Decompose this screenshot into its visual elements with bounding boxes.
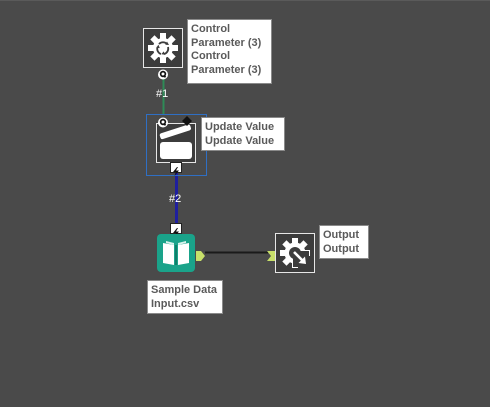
- update-value-tool[interactable]: [156, 123, 196, 163]
- output-label-line2: Output: [323, 242, 360, 255]
- control-parameter-label-line4: Parameter (3): [191, 63, 262, 76]
- input-data-output-anchor[interactable]: [196, 248, 205, 261]
- update-value-output-anchor[interactable]: [170, 162, 182, 176]
- input-data-label-line2: Input.csv: [151, 297, 200, 310]
- input-data-action-anchor[interactable]: [170, 223, 182, 237]
- control-parameter-label-line3: Control: [191, 50, 231, 62]
- update-value-q-anchor[interactable]: [157, 115, 169, 128]
- book-icon: [157, 234, 195, 272]
- update-value-label-line1: Update Value: [205, 121, 275, 133]
- output-label-line1: Output: [323, 229, 360, 241]
- update-value-label-line2: Update Value: [205, 134, 275, 147]
- control-parameter-tool[interactable]: [143, 28, 183, 68]
- update-value-annotation: Update Value Update Value: [201, 117, 285, 151]
- control-parameter-annotation: Control Parameter (3) Control Parameter …: [187, 19, 272, 84]
- connection-label-2: #2: [169, 193, 182, 205]
- input-data-label-line1: Sample Data: [151, 284, 218, 296]
- gear-icon: [143, 28, 183, 68]
- control-parameter-q-anchor[interactable]: [157, 67, 169, 80]
- gear-arrow-icon: [275, 233, 315, 273]
- workflow-canvas[interactable]: #1 #2 Control Parameter (3) Control Para…: [0, 0, 490, 407]
- clapper-icon: [156, 123, 196, 163]
- canvas-top-edge: [0, 0, 490, 1]
- update-value-action-anchor[interactable]: [181, 114, 193, 126]
- output-annotation: Output Output: [319, 225, 369, 259]
- input-data-tool[interactable]: [157, 234, 195, 272]
- output-tool[interactable]: [275, 233, 315, 273]
- control-parameter-label-line1: Control: [191, 23, 231, 35]
- input-data-annotation: Sample Data Input.csv: [147, 280, 223, 314]
- connection-label-1: #1: [156, 88, 169, 100]
- control-parameter-label-line2: Parameter (3): [191, 36, 262, 49]
